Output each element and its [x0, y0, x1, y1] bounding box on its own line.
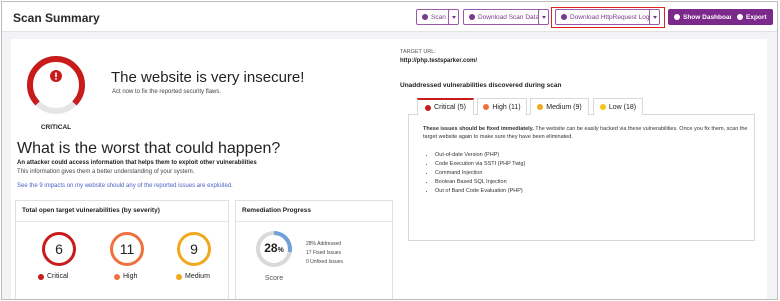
highlight-annotation: [551, 7, 665, 28]
security-gauge: [27, 56, 85, 114]
download-scan-data-button[interactable]: Download Scan Data: [463, 9, 546, 25]
critical-issue-list: Out-of-date Version (PHP) Code Execution…: [429, 151, 525, 196]
target-url: http://php.testsparker.com/: [400, 58, 478, 64]
severity-tabs: Critical (5) High (11) Medium (9) Low (1…: [408, 98, 755, 115]
target-url-label: TARGET URL:: [400, 49, 436, 55]
score-label: Score: [264, 275, 284, 282]
download-icon: [469, 14, 475, 20]
tab-high[interactable]: High (11): [477, 98, 527, 115]
summary-headline: The website is very insecure!: [111, 69, 305, 86]
export-label: Export: [746, 13, 767, 21]
unaddressed-heading: Unaddressed vulnerabilities discovered d…: [400, 82, 562, 89]
medium-count-ring: 9: [177, 232, 211, 266]
scan-dropdown-toggle[interactable]: [448, 9, 459, 25]
critical-severity-label: Critical: [38, 273, 68, 280]
show-dashboard-label: Show Dashboard: [683, 13, 737, 21]
summary-subtext: Act now to fix the reported security fla…: [112, 89, 222, 95]
worst-case-heading: What is the worst that could happen?: [17, 140, 281, 157]
total-vulnerabilities-card: Total open target vulnerabilities (by se…: [15, 200, 229, 299]
tab-critical[interactable]: Critical (5): [417, 98, 474, 115]
low-icon: [599, 104, 606, 110]
scan-button[interactable]: Scan: [416, 9, 452, 25]
medium-icon: [537, 104, 544, 110]
critical-tab-panel: These issues should be fixed immediately…: [408, 115, 755, 241]
fixed-issues-stat: 17 Fixed Issues: [306, 250, 342, 256]
high-icon: [483, 104, 490, 110]
scan-summary-content: CRITICAL The website is very insecure! A…: [11, 39, 767, 299]
critical-icon: [38, 273, 44, 280]
medium-severity-label: Medium: [176, 273, 210, 280]
high-count: 11: [119, 241, 135, 257]
dashboard-icon: [674, 14, 680, 20]
list-item: Command Injection: [435, 169, 525, 178]
worst-case-line2: This information gives them a better und…: [17, 169, 195, 175]
score-value: 28%: [264, 241, 284, 255]
tab-low[interactable]: Low (18): [593, 98, 643, 115]
remediation-progress-card: Remediation Progress 28% Score 28% Addre…: [235, 200, 393, 299]
medium-count: 9: [190, 241, 198, 257]
high-count-ring: 11: [110, 232, 144, 266]
worst-case-line1: An attacker could access information tha…: [17, 160, 257, 166]
severity-badge: CRITICAL: [40, 124, 72, 131]
scan-icon: [422, 14, 428, 20]
page-title: Scan Summary: [13, 11, 100, 25]
page-header: Scan Summary Scan Download Scan Data Dow…: [2, 2, 777, 32]
critical-icon: [425, 104, 432, 111]
unfixed-issues-stat: 0 Unfixed Issues: [306, 259, 343, 265]
critical-count: 6: [55, 241, 63, 257]
download-scan-data-label: Download Scan Data: [478, 13, 540, 21]
scan-button-label: Scan: [431, 13, 446, 21]
medium-icon: [176, 273, 182, 280]
export-button[interactable]: Export: [731, 9, 773, 25]
list-item: Out-of-date Version (PHP): [435, 151, 525, 160]
tab-medium[interactable]: Medium (9): [530, 98, 589, 115]
download-data-dropdown-toggle[interactable]: [538, 9, 549, 25]
app-frame: Scan Summary Scan Download Scan Data Dow…: [1, 1, 778, 300]
card-title: Remediation Progress: [242, 207, 311, 214]
card-title: Total open target vulnerabilities (by se…: [22, 207, 160, 214]
impacts-link[interactable]: See the 9 impacts on my website should a…: [17, 183, 233, 189]
export-icon: [737, 14, 743, 20]
panel-description: These issues should be fixed immediately…: [423, 126, 748, 140]
list-item: Out of Band Code Evaluation (PHP): [435, 187, 525, 196]
list-item: Boolean Based SQL Injection: [435, 178, 525, 187]
list-item: Code Execution via SSTI (PHP Twig): [435, 160, 525, 169]
critical-count-ring: 6: [42, 232, 76, 266]
addressed-stat: 28% Addressed: [306, 241, 342, 247]
high-icon: [114, 273, 120, 280]
high-severity-label: High: [114, 273, 137, 280]
